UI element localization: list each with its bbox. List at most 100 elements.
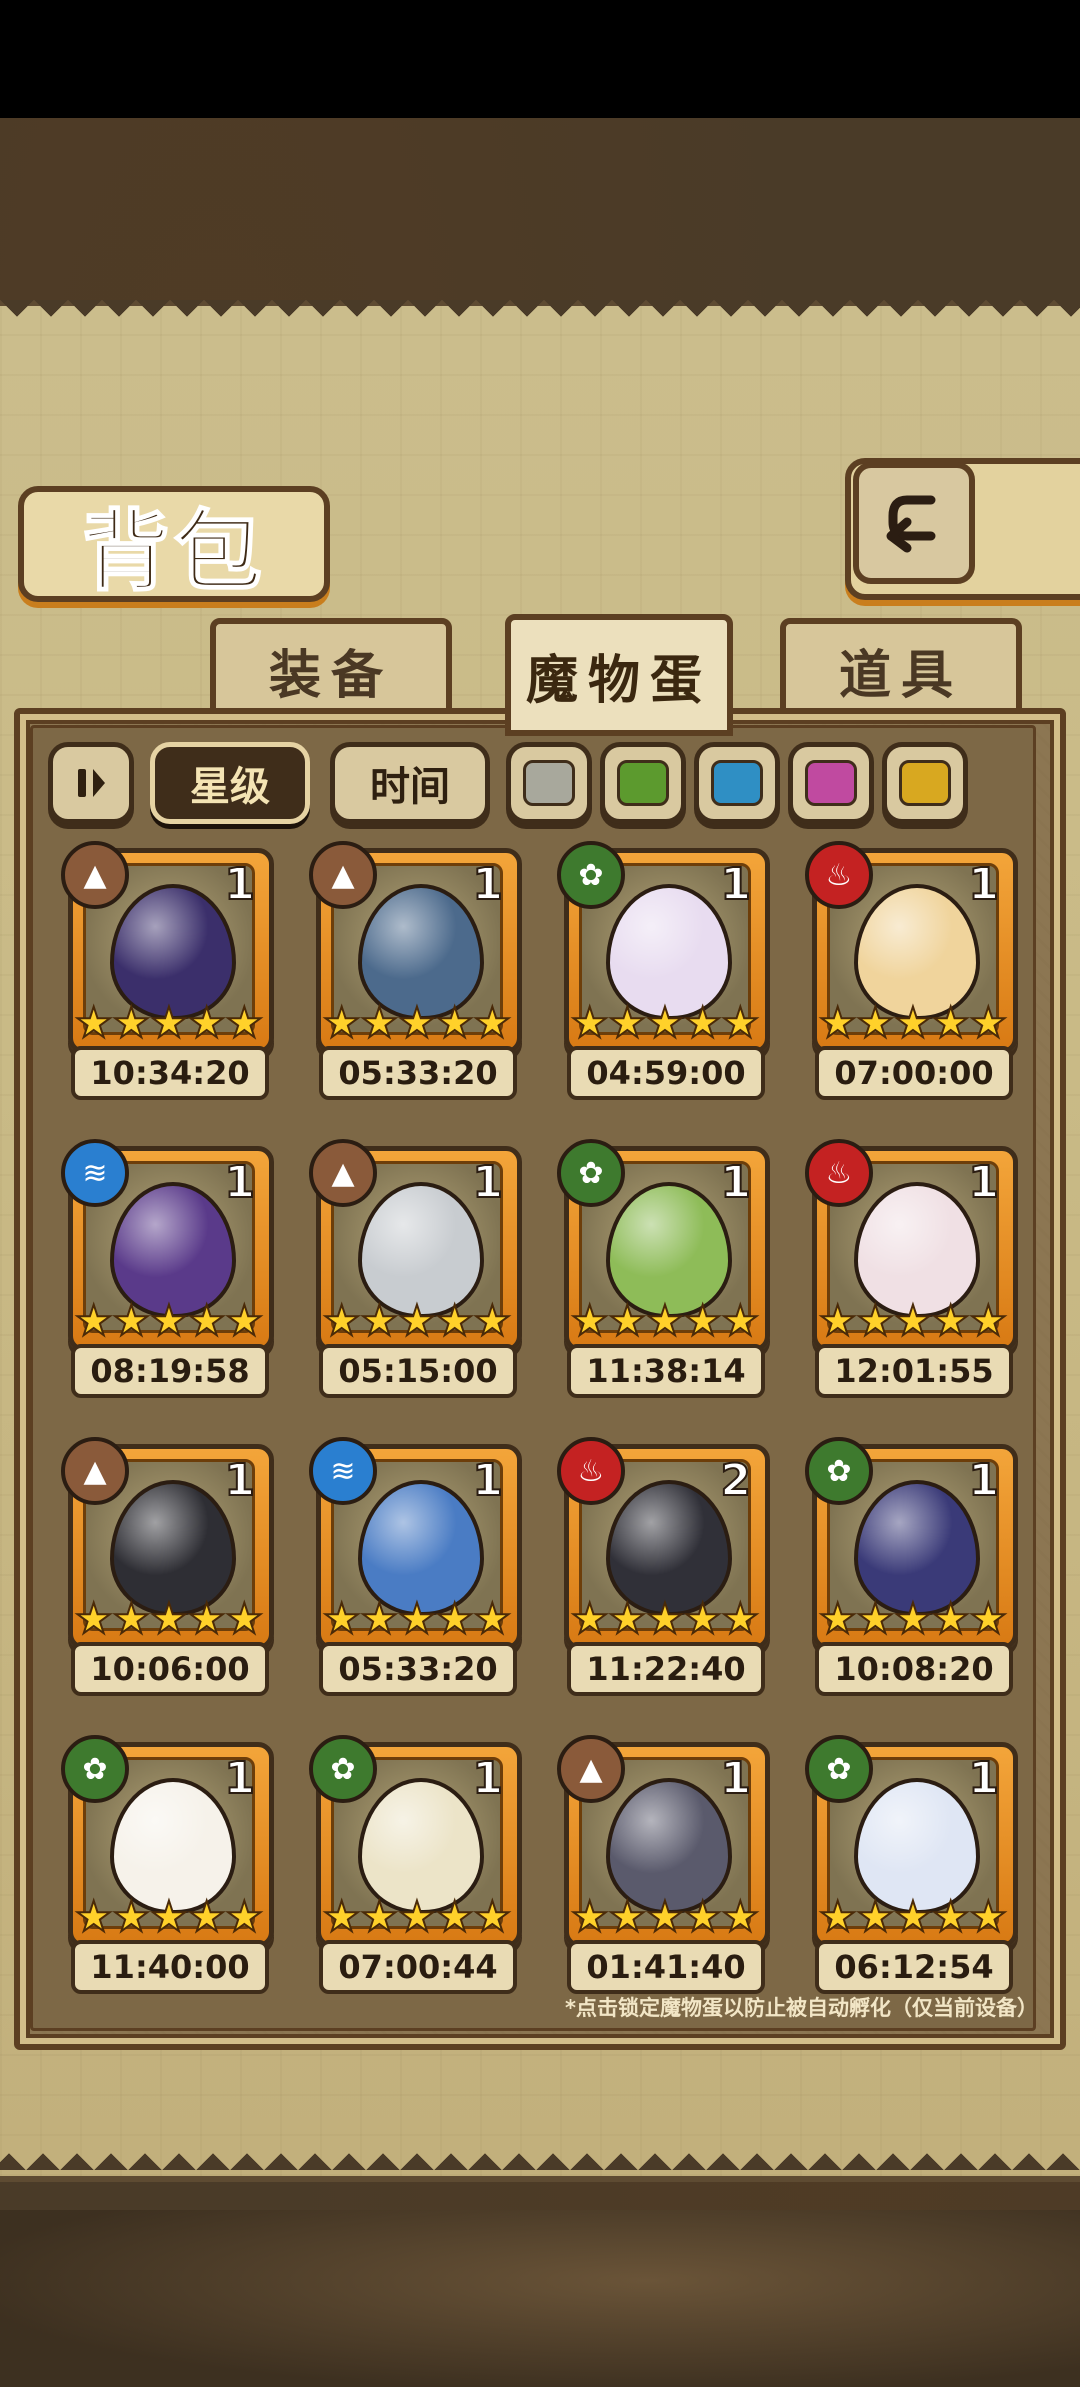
torn-edge-top xyxy=(0,300,1080,334)
tab-items[interactable]: 道具 xyxy=(780,618,1022,722)
star-icon: ★ xyxy=(360,1892,400,1941)
star-icon: ★ xyxy=(893,1892,933,1941)
star-icon: ★ xyxy=(893,1296,933,1345)
filter-color-blue[interactable] xyxy=(694,742,780,824)
egg-card[interactable]: ▲ 1 ★ ★ ★ ★ ★ xyxy=(61,1437,274,1650)
egg-card[interactable]: ≋ 1 ★ ★ ★ ★ ★ xyxy=(61,1139,274,1352)
egg-count: 1 xyxy=(223,1752,256,1805)
swatch-fill xyxy=(899,760,951,806)
star-icon: ★ xyxy=(472,1594,512,1643)
star-rating: ★ ★ ★ ★ ★ xyxy=(74,998,264,1047)
star-rating: ★ ★ ★ ★ ★ xyxy=(818,1296,1008,1345)
star-icon: ★ xyxy=(720,998,760,1047)
star-icon: ★ xyxy=(149,1594,189,1643)
egg-card[interactable]: ✿ 1 ★ ★ ★ ★ ★ xyxy=(557,841,770,1054)
star-icon: ★ xyxy=(893,998,933,1047)
egg-card[interactable]: ✿ 1 ★ ★ ★ ★ ★ xyxy=(805,1735,1018,1948)
star-icon: ★ xyxy=(472,1296,512,1345)
star-icon: ★ xyxy=(608,1594,648,1643)
star-rating: ★ ★ ★ ★ ★ xyxy=(74,1296,264,1345)
hatch-timer: 07:00:00 xyxy=(815,1046,1013,1100)
egg-card[interactable]: ▲ 1 ★ ★ ★ ★ ★ xyxy=(61,841,274,1054)
star-rating: ★ ★ ★ ★ ★ xyxy=(570,1892,760,1941)
star-icon: ★ xyxy=(74,998,114,1047)
egg-count: 1 xyxy=(967,858,1000,911)
egg-card[interactable]: ▲ 1 ★ ★ ★ ★ ★ xyxy=(557,1735,770,1948)
star-icon: ★ xyxy=(645,1296,685,1345)
star-rating: ★ ★ ★ ★ ★ xyxy=(570,1000,760,1046)
star-icon: ★ xyxy=(74,1296,114,1345)
sort-order-button[interactable] xyxy=(48,742,134,824)
star-icon: ★ xyxy=(608,1296,648,1345)
star-icon: ★ xyxy=(322,1892,362,1941)
star-icon: ★ xyxy=(187,1296,227,1345)
filter-color-purple[interactable] xyxy=(788,742,874,824)
egg-card[interactable]: ♨ 1 ★ ★ ★ ★ ★ xyxy=(805,841,1018,1054)
egg-card[interactable]: ✿ 1 ★ ★ ★ ★ ★ xyxy=(805,1437,1018,1650)
star-icon: ★ xyxy=(187,1892,227,1941)
star-icon: ★ xyxy=(224,1594,264,1643)
earth-element-icon: ▲ xyxy=(309,1139,377,1207)
egg-count: 1 xyxy=(471,1454,504,1507)
swatch-fill xyxy=(523,760,575,806)
star-icon: ★ xyxy=(149,998,189,1047)
filter-color-gray[interactable] xyxy=(506,742,592,824)
star-icon: ★ xyxy=(683,1296,723,1345)
star-icon: ★ xyxy=(818,1892,858,1941)
tab-label: 道具 xyxy=(838,645,963,706)
star-icon: ★ xyxy=(397,1594,437,1643)
star-icon: ★ xyxy=(968,998,1008,1047)
star-icon: ★ xyxy=(645,1594,685,1643)
nature-element-icon: ✿ xyxy=(557,1139,625,1207)
page-title: 背包 xyxy=(81,499,266,604)
back-button[interactable] xyxy=(853,462,975,584)
sort-by-star-button[interactable]: 星级 xyxy=(150,742,310,824)
filter-color-yellow[interactable] xyxy=(882,742,968,824)
tab-equipment[interactable]: 装备 xyxy=(210,618,452,722)
star-icon: ★ xyxy=(856,1594,896,1643)
hatch-timer: 11:22:40 xyxy=(567,1642,765,1696)
star-icon: ★ xyxy=(931,1296,971,1345)
star-icon: ★ xyxy=(187,1594,227,1643)
egg-card[interactable]: ✿ 1 ★ ★ ★ ★ ★ xyxy=(557,1139,770,1352)
egg-card[interactable]: ▲ 1 ★ ★ ★ ★ ★ xyxy=(309,1139,522,1352)
egg-card[interactable]: ♨ 2 ★ ★ ★ ★ ★ xyxy=(557,1437,770,1650)
egg-card[interactable]: ≋ 1 ★ ★ ★ ★ ★ xyxy=(309,1437,522,1650)
star-icon: ★ xyxy=(149,1892,189,1941)
nature-element-icon: ✿ xyxy=(805,1437,873,1505)
egg-count: 1 xyxy=(719,1156,752,1209)
star-icon: ★ xyxy=(683,1892,723,1941)
hatch-timer: 08:19:58 xyxy=(71,1344,269,1398)
star-icon: ★ xyxy=(931,998,971,1047)
star-icon: ★ xyxy=(968,1594,1008,1643)
egg-count: 1 xyxy=(471,1752,504,1805)
hatch-timer: 01:41:40 xyxy=(567,1940,765,1994)
star-icon: ★ xyxy=(570,1892,610,1941)
egg-count: 1 xyxy=(471,1156,504,1209)
star-rating: ★ ★ ★ ★ ★ xyxy=(322,1594,512,1643)
star-icon: ★ xyxy=(112,998,152,1047)
tab-monster-eggs[interactable]: 魔物蛋 xyxy=(505,614,733,736)
nature-element-icon: ✿ xyxy=(61,1735,129,1803)
star-icon: ★ xyxy=(322,998,362,1047)
star-icon: ★ xyxy=(112,1296,152,1345)
egg-card[interactable]: ♨ 1 ★ ★ ★ ★ ★ xyxy=(805,1139,1018,1352)
hatch-timer: 05:15:00 xyxy=(319,1344,517,1398)
star-rating: ★ ★ ★ ★ ★ xyxy=(570,1296,760,1345)
tab-label: 魔物蛋 xyxy=(525,650,712,711)
egg-card[interactable]: ✿ 1 ★ ★ ★ ★ ★ xyxy=(61,1735,274,1948)
star-icon: ★ xyxy=(570,998,610,1047)
egg-count: 1 xyxy=(223,1454,256,1507)
sort-by-time-button[interactable]: 时间 xyxy=(330,742,490,824)
status-bar xyxy=(0,0,1080,118)
star-icon: ★ xyxy=(472,998,512,1047)
star-icon: ★ xyxy=(74,1594,114,1643)
egg-count: 1 xyxy=(967,1752,1000,1805)
egg-count: 1 xyxy=(471,858,504,911)
egg-card[interactable]: ▲ 1 ★ ★ ★ ★ ★ xyxy=(309,841,522,1054)
egg-card[interactable]: ✿ 1 ★ ★ ★ ★ ★ xyxy=(309,1735,522,1948)
star-icon: ★ xyxy=(893,1594,933,1643)
filter-color-green[interactable] xyxy=(600,742,686,824)
star-icon: ★ xyxy=(322,1296,362,1345)
fire-element-icon: ♨ xyxy=(805,841,873,909)
